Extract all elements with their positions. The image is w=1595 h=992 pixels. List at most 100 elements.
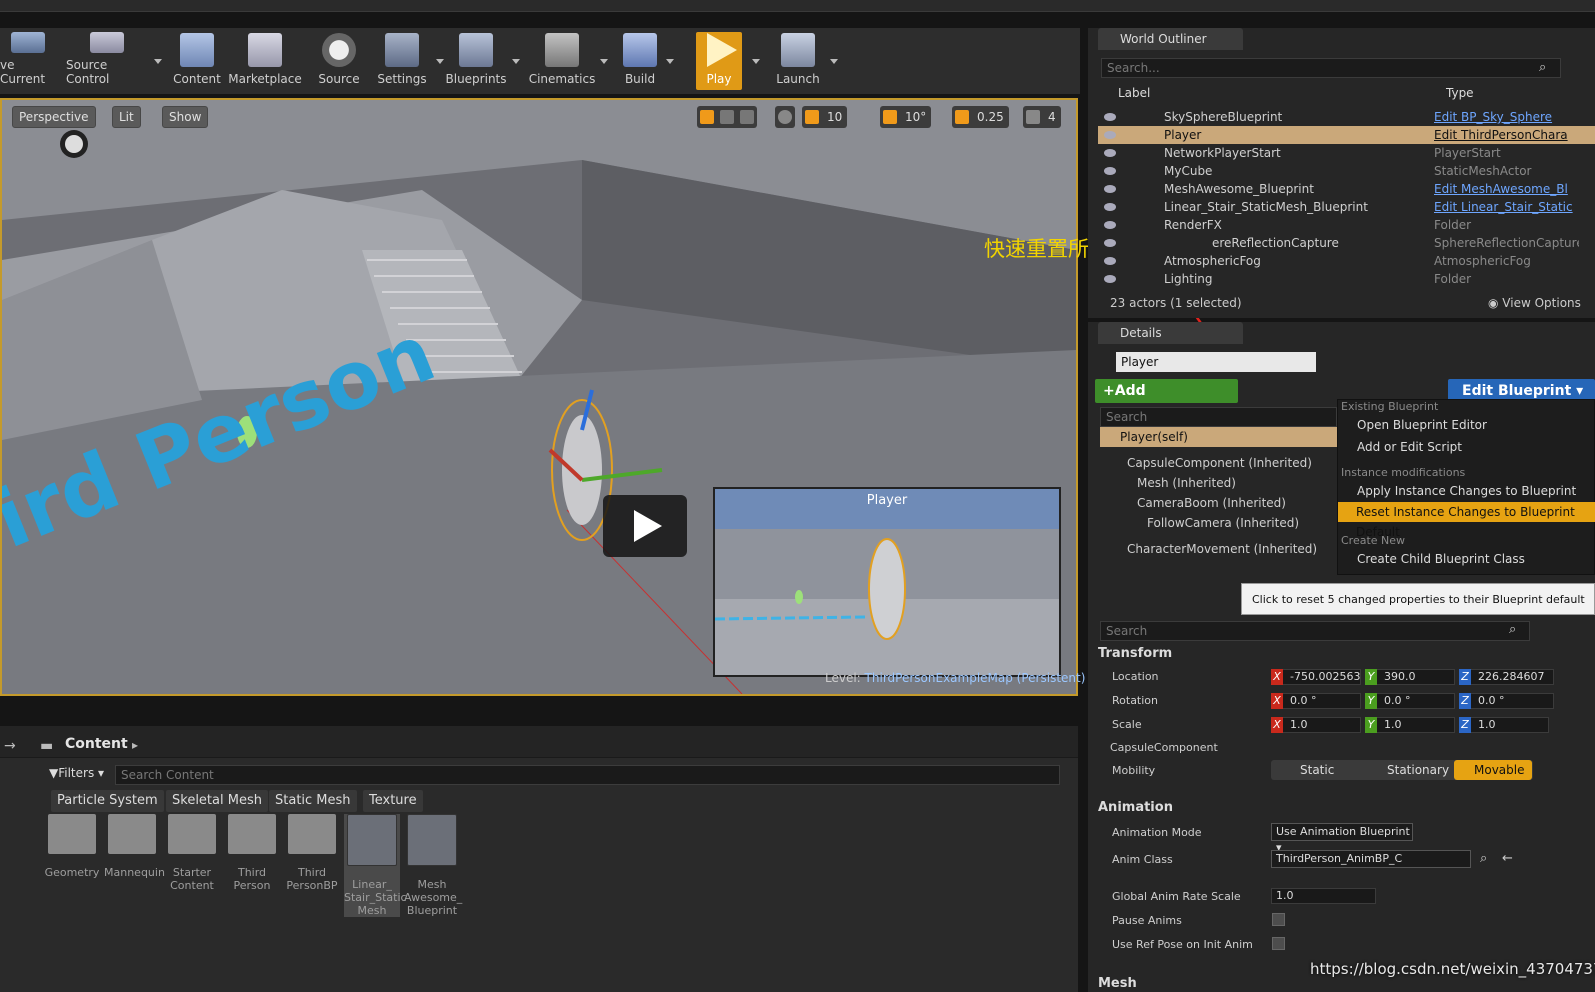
scale-icon[interactable] (740, 110, 754, 124)
build-button[interactable]: Build (620, 32, 674, 90)
asset-folder[interactable]: Mannequin (104, 814, 165, 879)
eye-icon[interactable] (1104, 167, 1116, 175)
play-button[interactable]: Play (696, 32, 742, 90)
save-current-button[interactable]: ve Current (0, 32, 56, 90)
scale-label[interactable]: Scale (1112, 718, 1142, 731)
content-button[interactable]: Content (172, 32, 222, 90)
outliner-row[interactable]: NetworkPlayerStart PlayerStart (1098, 144, 1595, 162)
mesh-section[interactable]: Mesh (1098, 976, 1137, 991)
rotate-icon[interactable] (720, 110, 734, 124)
content-path[interactable]: Content (65, 736, 128, 752)
world-local-toggle[interactable] (775, 106, 795, 128)
path-chevron-icon[interactable]: ▸ (132, 738, 138, 752)
outliner-row[interactable]: Player Edit ThirdPersonChara (1098, 126, 1595, 144)
filter-tag[interactable]: Skeletal Mesh (166, 790, 268, 812)
eye-icon[interactable] (1104, 257, 1116, 265)
filter-tag[interactable]: Particle System (51, 790, 164, 812)
rotation-x-field[interactable]: X 0.0 ° (1271, 693, 1361, 709)
filters-button[interactable]: ▼Filters ▾ (49, 766, 104, 780)
animation-section[interactable]: Animation (1098, 800, 1173, 815)
open-blueprint-editor-item[interactable]: Open Blueprint Editor (1357, 418, 1487, 432)
capsule-subsection[interactable]: CapsuleComponent (1110, 741, 1218, 754)
scale-snap[interactable]: 0.25 (952, 106, 1009, 128)
settings-button[interactable]: Settings (374, 32, 444, 90)
reset-instance-changes-item[interactable]: Reset Instance Changes to Blueprint Defa… (1338, 502, 1595, 539)
ref-pose-checkbox[interactable] (1272, 937, 1285, 950)
forward-arrow-icon[interactable]: → (4, 738, 16, 754)
blueprints-button[interactable]: Blueprints (446, 32, 520, 90)
outliner-row[interactable]: AtmosphericFog AtmosphericFog (1098, 252, 1595, 270)
marketplace-button[interactable]: Marketplace (228, 32, 302, 90)
component-camera-boom[interactable]: CameraBoom (Inherited) (1137, 496, 1286, 510)
perspective-button[interactable]: Perspective (12, 106, 96, 128)
transform-tools[interactable] (697, 106, 757, 128)
grid-snap[interactable]: 10 (802, 106, 848, 128)
transform-section[interactable]: Transform (1098, 646, 1172, 661)
rate-scale-field[interactable]: 1.0 (1271, 888, 1376, 904)
filter-tag[interactable]: Texture (363, 790, 423, 812)
outliner-col-type[interactable]: Type (1446, 86, 1474, 100)
eye-icon[interactable] (1104, 275, 1116, 283)
scale-z-field[interactable]: Z 1.0 (1459, 717, 1549, 733)
location-x-field[interactable]: X -750.002563 (1271, 669, 1361, 685)
outliner-col-label[interactable]: Label (1118, 86, 1150, 100)
pause-anims-checkbox[interactable] (1272, 913, 1285, 926)
cinematics-button[interactable]: Cinematics (529, 32, 608, 90)
eye-icon[interactable] (1104, 131, 1116, 139)
rotation-label[interactable]: Rotation (1112, 694, 1158, 707)
actor-name-input[interactable]: Player (1116, 352, 1316, 372)
outliner-row[interactable]: MyCube StaticMeshActor (1098, 162, 1595, 180)
asset-blueprint[interactable]: Mesh Awesome_ Blueprint (404, 814, 462, 917)
scale-y-field[interactable]: Y 1.0 (1365, 717, 1455, 733)
asset-folder[interactable]: Third PersonBP (284, 814, 340, 892)
play-options-dropdown[interactable] (752, 32, 760, 90)
eye-icon[interactable] (1104, 149, 1116, 157)
asset-blueprint[interactable]: Linear_ Stair_Static Mesh (344, 814, 407, 917)
asset-folder[interactable]: Third Person (224, 814, 280, 892)
eye-icon[interactable] (1104, 221, 1116, 229)
camera-speed[interactable]: 4 (1023, 106, 1061, 128)
translate-icon[interactable] (700, 110, 714, 124)
eye-icon[interactable] (1104, 239, 1116, 247)
rotation-z-field[interactable]: Z 0.0 ° (1459, 693, 1554, 709)
location-z-field[interactable]: Z 226.284607 (1459, 669, 1554, 685)
eye-icon[interactable] (1104, 203, 1116, 211)
eye-icon[interactable] (1104, 113, 1116, 121)
property-search-input[interactable]: Search (1100, 621, 1530, 641)
source-control-button[interactable]: Source Control (66, 32, 162, 90)
location-y-field[interactable]: Y 390.0 (1365, 669, 1455, 685)
apply-instance-changes-item[interactable]: Apply Instance Changes to Blueprint (1357, 484, 1576, 498)
component-follow-camera[interactable]: FollowCamera (Inherited) (1147, 516, 1299, 530)
component-self[interactable]: Player(self) (1120, 430, 1188, 444)
eye-icon[interactable] (1104, 185, 1116, 193)
content-search-input[interactable]: Search Content (115, 765, 1060, 785)
animation-mode-select[interactable]: Use Animation Blueprint ▾ (1271, 823, 1413, 854)
outliner-row[interactable]: ereReflectionCapture SphereReflectionCapt… (1098, 234, 1595, 252)
video-play-overlay[interactable] (603, 495, 687, 557)
asset-folder[interactable]: Starter Content (164, 814, 220, 892)
add-edit-script-item[interactable]: Add or Edit Script (1357, 440, 1462, 454)
mobility-movable[interactable]: Movable (1454, 760, 1532, 780)
view-options-button[interactable]: ◉ View Options (1488, 296, 1581, 310)
outliner-row[interactable]: RenderFX Folder (1098, 216, 1595, 234)
create-child-blueprint-item[interactable]: Create Child Blueprint Class (1357, 552, 1525, 566)
source-button[interactable]: Source (316, 32, 362, 90)
lit-button[interactable]: Lit (112, 106, 141, 128)
outliner-row[interactable]: Lighting Folder (1098, 270, 1595, 288)
tab-details[interactable]: Details (1098, 322, 1243, 344)
component-capsule[interactable]: CapsuleComponent (Inherited) (1127, 456, 1312, 470)
outliner-row[interactable]: Linear_Stair_StaticMesh_Blueprint Edit Li… (1098, 198, 1595, 216)
component-mesh[interactable]: Mesh (Inherited) (1137, 476, 1236, 490)
component-character-movement[interactable]: CharacterMovement (Inherited) (1127, 542, 1317, 556)
rotation-y-field[interactable]: Y 0.0 ° (1365, 693, 1455, 709)
outliner-search-input[interactable]: Search... (1101, 58, 1561, 78)
use-selected-arrow-icon[interactable]: ← (1502, 851, 1513, 866)
anim-class-select[interactable]: ThirdPerson_AnimBP_C (1271, 850, 1471, 868)
tab-world-outliner[interactable]: World Outliner (1098, 28, 1243, 50)
add-component-button[interactable]: +Add Component ▾ (1095, 379, 1238, 423)
outliner-row[interactable]: MeshAwesome_Blueprint Edit MeshAwesome_Bl (1098, 180, 1595, 198)
rotation-snap[interactable]: 10° (880, 106, 932, 128)
mobility-static[interactable]: Static (1280, 760, 1334, 780)
show-button[interactable]: Show (162, 106, 209, 128)
scale-x-field[interactable]: X 1.0 (1271, 717, 1361, 733)
